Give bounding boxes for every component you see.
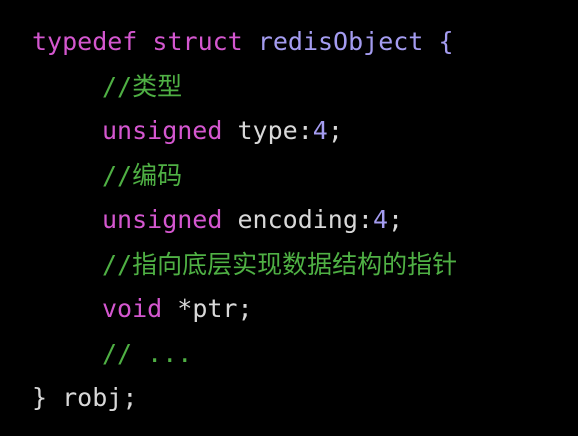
semicolon: ; [388,205,404,234]
field-type: type [237,116,298,145]
code-line-8: // ... [32,332,578,377]
bit-width: 4 [312,116,328,145]
code-line-2: //类型 [32,65,578,110]
type-alias: robj [62,383,123,412]
bit-width: 4 [372,205,389,234]
brace-close: } [32,383,48,412]
semicolon: ; [327,116,343,145]
comment-type: //类型 [102,71,183,101]
brace-open: { [438,27,454,56]
field-encoding: encoding [237,205,358,234]
colon: : [297,116,313,145]
field-ptr: *ptr [177,294,238,323]
struct-name: redisObject [257,27,424,56]
comment-encoding: //编码 [102,160,183,190]
keyword-typedef: typedef [32,27,138,56]
code-line-3: unsigned type:4; [32,109,578,154]
code-line-1: typedef struct redisObject { [32,20,578,65]
keyword-unsigned: unsigned [102,116,223,145]
code-line-6: //指向底层实现数据结构的指针 [32,243,578,288]
code-block: typedef struct redisObject { //类型 unsigned… [0,0,578,436]
comment-ptr: //指向底层实现数据结构的指针 [102,249,458,279]
code-line-9: } robj; [32,376,578,421]
keyword-void: void [102,294,163,323]
colon: : [357,205,373,234]
keyword-unsigned: unsigned [102,205,223,234]
comment-ellipsis: // ... [102,338,193,368]
code-line-5: unsigned encoding:4; [32,198,578,243]
semicolon: ; [237,294,253,323]
semicolon: ; [122,383,138,412]
code-line-7: void *ptr; [32,287,578,332]
code-line-4: //编码 [32,154,578,199]
keyword-struct: struct [152,27,243,56]
